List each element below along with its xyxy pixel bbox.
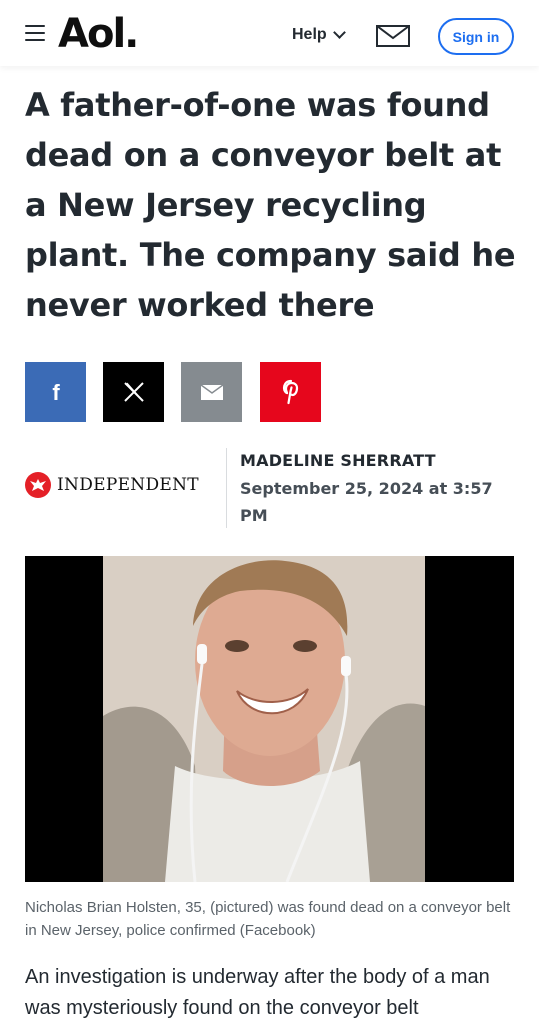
source-name: INDEPENDENT [57, 475, 199, 495]
independent-eagle-icon [25, 472, 51, 498]
x-logo-icon [123, 382, 144, 402]
source-logo[interactable]: INDEPENDENT [25, 472, 199, 498]
share-email-button[interactable] [181, 362, 242, 422]
hamburger-menu-icon[interactable] [25, 25, 45, 43]
author-name[interactable]: MADELINE SHERRATT [240, 451, 436, 470]
sign-in-button[interactable]: Sign in [438, 18, 514, 55]
site-header: Aol. Help Sign in [0, 0, 539, 66]
share-pinterest-button[interactable] [260, 362, 321, 422]
envelope-icon [200, 384, 223, 400]
share-x-button[interactable] [103, 362, 164, 422]
share-facebook-button[interactable]: f [25, 362, 86, 422]
article-photo[interactable] [25, 556, 514, 882]
pinterest-icon [282, 379, 298, 405]
publish-date: September 25, 2024 at 3:57 PM [240, 479, 493, 525]
aol-logo[interactable]: Aol. [58, 8, 139, 60]
facebook-icon: f [52, 380, 60, 404]
svg-text:f: f [52, 380, 60, 404]
help-label: Help [292, 26, 327, 43]
article-headline: A father-of-one was found dead on a conv… [25, 86, 516, 324]
help-menu[interactable]: Help [292, 26, 346, 44]
photo-caption: Nicholas Brian Holsten, 35, (pictured) w… [25, 899, 511, 939]
mail-icon[interactable] [376, 25, 410, 47]
portrait-image [25, 556, 514, 882]
byline-divider [226, 448, 227, 528]
article-body-paragraph: An investigation is underway after the b… [25, 966, 490, 1019]
chevron-down-icon [332, 26, 346, 39]
